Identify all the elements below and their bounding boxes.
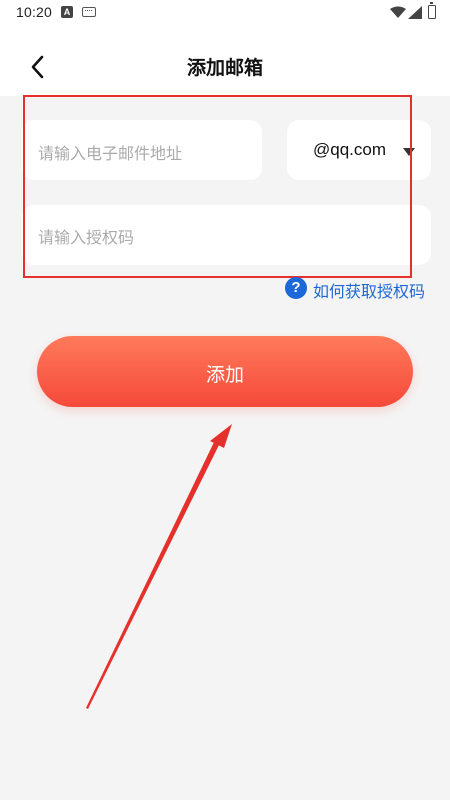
status-bar: 10:20 A bbox=[0, 0, 450, 26]
caret-down-icon bbox=[403, 148, 415, 156]
email-placeholder: 请输入电子邮件地址 bbox=[38, 146, 183, 163]
add-button-label: 添加 bbox=[205, 365, 244, 386]
email-domain-select[interactable]: @qq.com bbox=[287, 120, 431, 180]
email-field[interactable]: 请输入电子邮件地址 bbox=[22, 120, 262, 180]
keyboard-icon bbox=[82, 7, 96, 17]
help-link-text: 如何获取授权码 bbox=[313, 284, 426, 301]
auth-code-placeholder: 请输入授权码 bbox=[38, 230, 135, 247]
add-button[interactable]: 添加 bbox=[37, 336, 413, 407]
auth-code-field[interactable]: 请输入授权码 bbox=[22, 205, 431, 265]
notification-a-icon: A bbox=[61, 6, 73, 18]
battery-icon bbox=[428, 2, 436, 19]
signal-icon bbox=[408, 6, 422, 19]
wifi-icon bbox=[390, 6, 406, 18]
header: 添加邮箱 bbox=[0, 26, 450, 96]
page-title: 添加邮箱 bbox=[186, 58, 263, 79]
status-time: 10:20 bbox=[16, 4, 53, 20]
question-icon: ? bbox=[285, 277, 307, 299]
domain-selected-value: @qq.com bbox=[313, 140, 387, 159]
